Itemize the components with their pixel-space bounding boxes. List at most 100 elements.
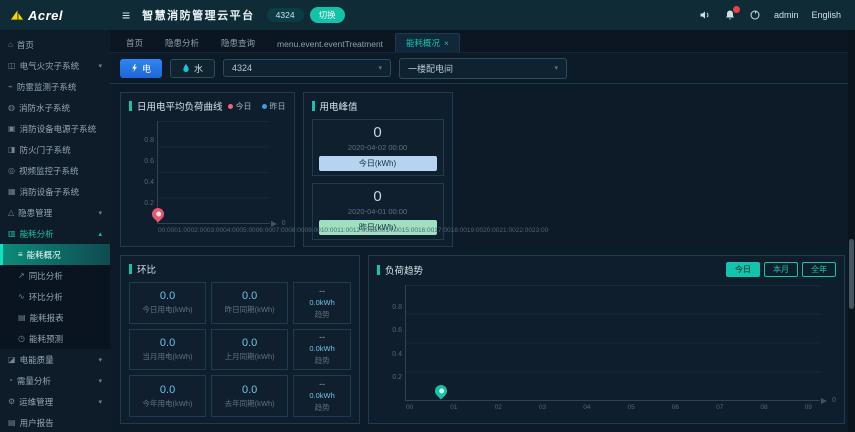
legend-item[interactable]: 昨日 — [261, 101, 286, 112]
sidebar-item[interactable]: ◎ 视频监控子系统 — [0, 160, 110, 181]
sidebar-item[interactable]: ≡ 能耗概况 — [0, 244, 110, 265]
chevron-icon: ▾ — [98, 398, 102, 406]
sidebar-item[interactable]: ⚙ 运维管理 ▾ — [0, 391, 110, 412]
panel-title: 用电峰值 — [319, 102, 358, 113]
sidebar-item[interactable]: ▦ 消防设备子系统 — [0, 181, 110, 202]
scrollbar-track[interactable] — [848, 30, 855, 432]
sidebar-item[interactable]: ◫ 电气火灾子系统 ▾ — [0, 55, 110, 76]
x-axis-tick: 02:00 — [190, 227, 207, 234]
water-toggle-button[interactable]: 水 — [170, 58, 216, 78]
sidebar-item-label: 隐患管理 — [18, 207, 53, 218]
top-row: 日用电平均负荷曲线 今日 昨日 0.8 0.6 0.4 0.2 00:00 01… — [120, 92, 845, 247]
legend-item[interactable]: 今日 — [227, 101, 252, 112]
range-button[interactable]: 今日 — [726, 262, 760, 277]
y-axis-tick: 0.4 — [144, 178, 154, 186]
speaker-icon[interactable] — [699, 9, 711, 21]
sidebar-item[interactable]: ∿ 环比分析 — [0, 286, 110, 307]
today-marker-pin[interactable] — [149, 205, 167, 223]
x-axis-tick: 07:00 — [271, 227, 289, 234]
x-axis-tick: 22:00 — [515, 227, 532, 234]
sidebar-item[interactable]: ◔ 需量分析 ▾ — [0, 370, 110, 391]
ops-management-icon: ⚙ — [8, 397, 16, 406]
sidebar-item[interactable]: ▤ 能耗报表 — [0, 307, 110, 328]
chevron-icon: ▾ — [98, 209, 102, 217]
fire-door-icon: ◨ — [8, 145, 16, 154]
title-accent-bar — [129, 264, 132, 274]
sidebar-item[interactable]: ◨ 防火门子系统 — [0, 139, 110, 160]
comparison-label: 趋势 — [314, 403, 330, 413]
axis-arrow-icon — [821, 397, 827, 404]
range-button[interactable]: 全年 — [802, 262, 836, 277]
comparison-cell: 0.0 今日用电(kWh) — [129, 282, 207, 324]
legend-label: 昨日 — [269, 101, 286, 111]
sidebar-item[interactable]: ↗ 同比分析 — [0, 265, 110, 286]
x-axis-tick: 12:00 — [352, 227, 370, 234]
comparison-label: 当月用电(kWh) — [142, 351, 193, 361]
sidebar-item[interactable]: △ 隐患管理 ▾ — [0, 202, 110, 223]
load-trend-panel: 负荷趋势 今日 本月 全年 0.8 0.6 0.4 0.2 00 01 02 0… — [368, 255, 845, 424]
user-report-icon: ▤ — [8, 418, 16, 427]
x-axis-tick: 07 — [716, 404, 724, 411]
sidebar-item[interactable]: ▥ 能耗分析 ▴ — [0, 223, 110, 244]
axis-end-label: 0 — [281, 220, 286, 227]
title-accent-bar — [311, 101, 315, 111]
tab[interactable]: menu.event.eventTreatment — [267, 36, 393, 52]
tab[interactable]: 能耗概况 × — [395, 33, 460, 52]
tab-label: 隐患查询 — [221, 38, 256, 48]
range-button[interactable]: 本月 — [764, 262, 798, 277]
x-axis-tick: 08 — [760, 404, 768, 411]
sidebar-item[interactable]: ▤ 用户报告 — [0, 412, 110, 432]
user-menu[interactable]: admin — [774, 10, 799, 20]
sidebar-item[interactable]: ◍ 消防水子系统 — [0, 97, 110, 118]
x-axis-tick: 00 — [406, 404, 414, 411]
y-axis-tick: 0.2 — [392, 373, 402, 381]
sidebar-item[interactable]: ▣ 消防设备电源子系统 — [0, 118, 110, 139]
peak-value: 0 — [373, 188, 382, 205]
close-icon[interactable]: × — [444, 39, 449, 48]
scrollbar-thumb[interactable] — [849, 239, 854, 310]
main-area: 首页 隐患分析 隐患查询 menu.event.eventTreatment 能… — [110, 30, 855, 432]
bell-icon[interactable] — [724, 6, 740, 21]
sidebar-item-label: 电能质量 — [19, 354, 54, 365]
x-axis-tick: 01:00 — [174, 227, 191, 234]
acrel-logo-icon — [10, 10, 24, 20]
comparison-cell: -- 0.0kWh 趋势 — [293, 375, 351, 417]
electric-toggle-button[interactable]: 电 — [120, 58, 163, 78]
sidebar-item-label: 电气火灾子系统 — [19, 60, 80, 71]
menu-toggle-icon[interactable]: ≡ — [122, 7, 130, 23]
comparison-sub-value: 0.0kWh — [309, 344, 335, 354]
sidebar: ⌂ 首页 ◫ 电气火灾子系统 ▾ ⌁ 防雷监测子系统 ◍ 消防水子系统 ▣ 消防… — [0, 30, 110, 432]
x-axis-tick: 09:00 — [304, 227, 321, 234]
y-axis-tick: 0.6 — [392, 327, 402, 335]
x-axis-tick: 14:00 — [385, 227, 402, 234]
header-actions: admin English — [699, 6, 855, 21]
peak-panel: 用电峰值 0 2020-04-02 00:00 今日(kWh) 0 2020-0… — [302, 92, 453, 247]
comparison-cell: 0.0 去年同期(kWh) — [211, 375, 289, 417]
tab-label: 能耗概况 — [406, 38, 441, 48]
sidebar-item[interactable]: ◪ 电能质量 ▾ — [0, 349, 110, 370]
refresh-icon[interactable] — [749, 9, 761, 21]
station-select[interactable]: 4324 ▾ — [223, 59, 392, 77]
peak-card: 0 2020-04-02 00:00 今日(kWh) — [311, 119, 444, 176]
tab[interactable]: 首页 — [116, 34, 153, 52]
today-marker-pin[interactable] — [432, 382, 450, 400]
chart-legend: 今日 昨日 — [227, 101, 286, 112]
sidebar-item[interactable]: ◷ 能耗预测 — [0, 328, 110, 349]
comparison-cell: -- 0.0kWh 趋势 — [293, 328, 351, 371]
comparison-label: 今日用电(kWh) — [142, 305, 193, 315]
room-select[interactable]: 一楼配电间 ▾ — [399, 57, 568, 79]
x-axis-tick: 16:00 — [418, 227, 435, 234]
peak-timestamp: 2020-04-01 00:00 — [347, 207, 408, 216]
language-switch[interactable]: English — [811, 10, 841, 20]
tab[interactable]: 隐患查询 — [211, 34, 265, 52]
load-curve-chart: 0.8 0.6 0.4 0.2 00:00 01:00 02:00 03:00 04:00 05… — [144, 121, 548, 234]
comparison-value: -- — [319, 379, 326, 390]
sidebar-item[interactable]: ⌂ 首页 — [0, 34, 110, 55]
tab[interactable]: 隐患分析 — [155, 34, 209, 52]
x-axis-tick: 04 — [583, 404, 591, 411]
switch-button[interactable]: 切换 — [309, 7, 345, 23]
energy-forecast-icon: ◷ — [18, 334, 25, 343]
peak-value: 0 — [373, 124, 382, 141]
chevron-down-icon: ▾ — [554, 65, 559, 72]
sidebar-item[interactable]: ⌁ 防雷监测子系统 — [0, 76, 110, 97]
